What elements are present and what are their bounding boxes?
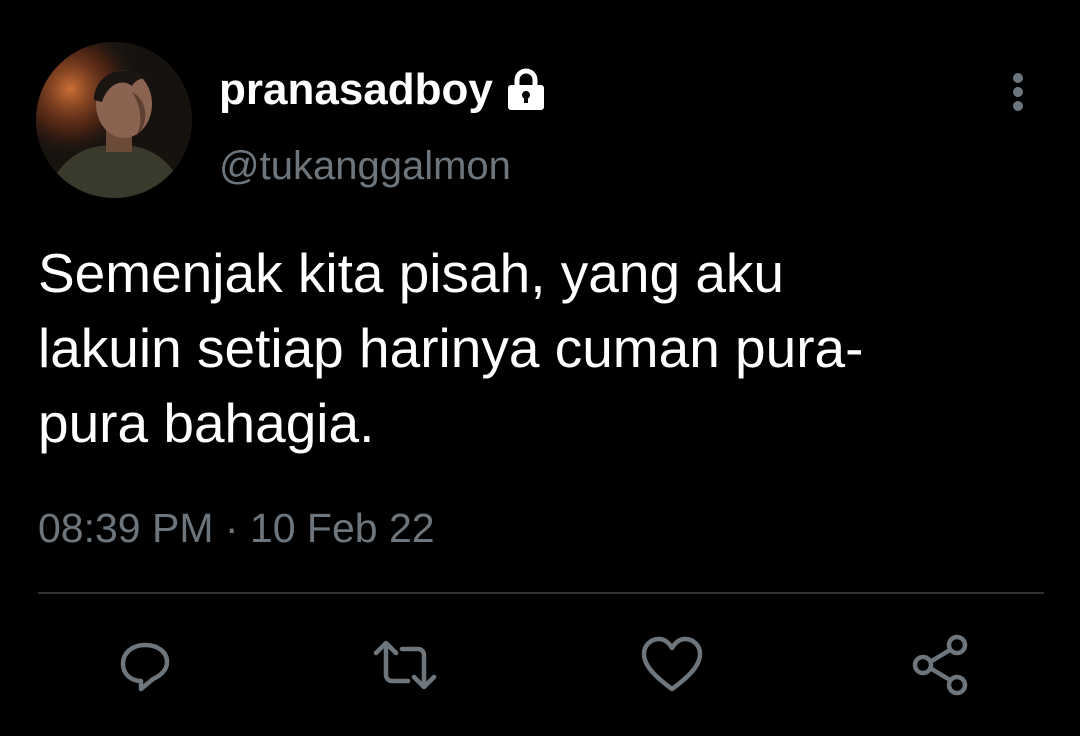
avatar[interactable] — [36, 42, 192, 198]
reply-icon — [120, 642, 170, 692]
share-button[interactable] — [906, 630, 976, 700]
retweet-button[interactable] — [370, 630, 440, 700]
handle[interactable]: @tukanggalmon — [219, 140, 511, 192]
timestamp[interactable]: 08:39 PM · 10 Feb 22 — [38, 500, 435, 556]
lock-icon — [503, 66, 549, 112]
tweet-text-line: pura bahagia. — [38, 392, 375, 454]
more-vertical-icon[interactable] — [1000, 70, 1036, 114]
display-name[interactable]: pranasadboy — [219, 62, 493, 118]
tweet-card: pranasadboy @tukanggalmon Semenjak kita … — [0, 0, 1080, 736]
heart-icon — [641, 636, 703, 692]
tweet-text: Semenjak kita pisah, yang aku lakuin seti… — [38, 236, 1048, 461]
retweet-icon — [373, 640, 437, 690]
display-name-row: pranasadboy — [219, 62, 549, 118]
share-icon — [912, 634, 968, 696]
tweet-text-line: Semenjak kita pisah, yang aku — [38, 242, 784, 304]
tweet-text-line: lakuin setiap harinya cuman pura- — [38, 317, 864, 379]
divider — [38, 592, 1044, 594]
reply-button[interactable] — [110, 630, 180, 700]
like-button[interactable] — [637, 630, 707, 700]
